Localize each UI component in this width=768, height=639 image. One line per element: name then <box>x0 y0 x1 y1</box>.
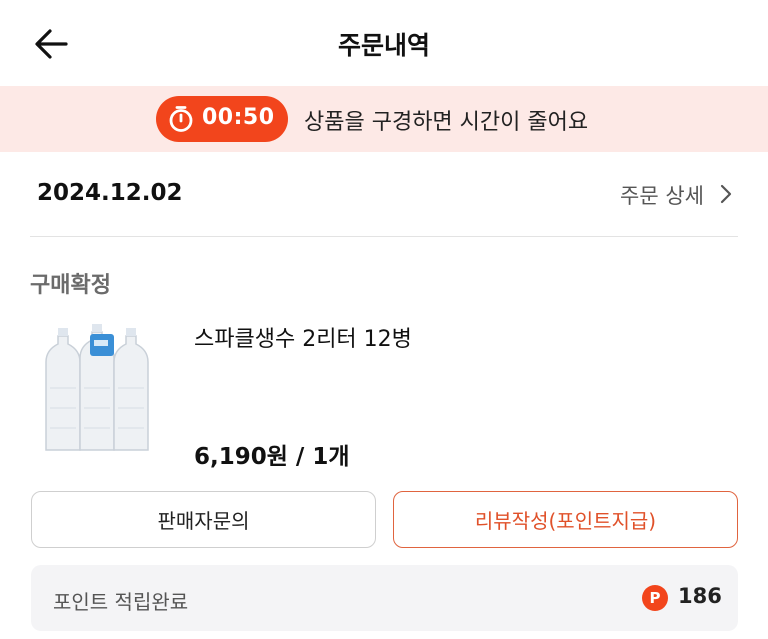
timer-value: 00:50 <box>202 105 275 130</box>
points-panel: 포인트 적립완료 P 186 <box>31 565 738 631</box>
points-label: 포인트 적립완료 <box>53 590 189 614</box>
write-review-button[interactable]: 리뷰작성(포인트지급) <box>393 491 738 548</box>
banner-message: 상품을 구경하면 시간이 줄어요 <box>304 110 589 135</box>
stopwatch-icon <box>166 104 196 134</box>
product-name[interactable]: 스파클생수 2리터 12병 <box>194 321 412 353</box>
order-detail-label: 주문 상세 <box>620 184 704 208</box>
order-status: 구매확정 <box>30 273 111 298</box>
divider <box>30 236 738 237</box>
page-title: 주문내역 <box>337 31 430 60</box>
countdown-timer: 00:50 <box>156 96 288 142</box>
product-thumbnail[interactable] <box>34 318 172 460</box>
order-date: 2024.12.02 <box>37 180 183 206</box>
seller-inquiry-button[interactable]: 판매자문의 <box>31 491 376 548</box>
chevron-right-icon <box>720 184 732 204</box>
header: 주문내역 <box>0 0 768 86</box>
product-price: 6,190원 / 1개 <box>194 444 350 470</box>
point-coin-icon: P <box>642 585 668 611</box>
points-value: 186 <box>678 584 722 608</box>
